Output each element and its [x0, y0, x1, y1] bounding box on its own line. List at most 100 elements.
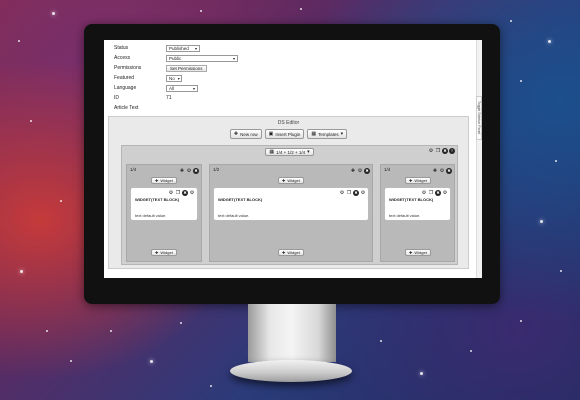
chevron-down-icon: ▾: [192, 85, 195, 91]
screen: Status Published ▾ Access Public ▾ Permiss…: [104, 40, 482, 278]
copy-icon[interactable]: ❐: [435, 148, 441, 154]
set-permissions-button[interactable]: Set Permissions: [166, 64, 207, 72]
add-widget-label: Widget: [414, 178, 427, 183]
id-row: ID 71: [114, 94, 172, 102]
text-block-widget[interactable]: ⚙ ❐ ✖ ⚙ WIDGET(TEXT BLOCK) text default …: [213, 187, 369, 221]
add-widget-button[interactable]: ✚ Widget: [278, 249, 304, 256]
add-widget-label: Widget: [160, 178, 173, 183]
language-select[interactable]: All ▾: [166, 84, 198, 92]
chevron-down-icon: ▾: [194, 45, 197, 51]
text-block-widget[interactable]: ⚙ ❐ ✖ ⚙ WIDGET(TEXT BLOCK) text default …: [130, 187, 198, 221]
delete-icon[interactable]: ✖: [435, 190, 441, 196]
widget-title: WIDGET(TEXT BLOCK): [389, 197, 434, 202]
copy-icon[interactable]: ❐: [346, 190, 352, 196]
help-icon[interactable]: ?: [449, 148, 455, 154]
plus-icon: ✚: [155, 178, 159, 183]
insert-plugin-button[interactable]: ▣ Insert Plugin: [264, 129, 305, 139]
layout-select[interactable]: ▦ 1/4 + 1/2 + 1/4 ▾: [265, 148, 314, 156]
add-widget-button[interactable]: ✚ Widget: [151, 177, 177, 184]
access-label: Access: [114, 55, 131, 61]
chevron-down-icon: ▾: [232, 55, 235, 61]
add-widget-label: Widget: [287, 178, 300, 183]
add-widget-label: Widget: [414, 250, 427, 255]
column-quarter-left: 1/4 ✚ ⚙ ✖ ✚ Widget ⚙ ❐ ✖ ⚙ WIDGET(TEXT B…: [126, 164, 202, 262]
widget-title: WIDGET(TEXT BLOCK): [135, 197, 180, 202]
copy-icon[interactable]: ❐: [428, 190, 434, 196]
add-icon[interactable]: ✚: [179, 168, 185, 174]
column-quarter-right: 1/4 ✚ ⚙ ✖ ✚ Widget ⚙ ❐ ✖ ⚙ WIDGET(TEXT B…: [380, 164, 455, 262]
plus-icon: ✚: [409, 178, 413, 183]
id-value: 71: [166, 95, 172, 101]
add-icon[interactable]: ✚: [350, 168, 356, 174]
scrollbar[interactable]: [476, 40, 482, 278]
access-select[interactable]: Public ▾: [166, 54, 238, 62]
plus-icon: ✚: [282, 178, 286, 183]
access-value: Public: [169, 55, 182, 61]
id-label: ID: [114, 95, 119, 101]
status-select[interactable]: Published ▾: [166, 44, 200, 52]
column-label: 1/4: [130, 167, 137, 172]
layout-row: ▦ 1/4 + 1/2 + 1/4 ▾ ⚙ ❐ ✖ ? 1/4 ✚ ⚙ ✖ ✚ …: [121, 145, 458, 265]
widget-text: text default value.: [135, 213, 167, 218]
add-icon[interactable]: ✚: [432, 168, 438, 174]
gear-icon[interactable]: ⚙: [360, 190, 366, 196]
featured-select[interactable]: No ▾: [166, 74, 182, 82]
widget-actions: ⚙ ❐ ✖ ⚙: [339, 190, 366, 196]
plus-icon: ✚: [282, 250, 286, 255]
add-widget-button[interactable]: ✚ Widget: [405, 249, 431, 256]
chevron-down-icon: ▾: [307, 149, 310, 155]
settings-icon[interactable]: ⚙: [428, 148, 434, 154]
row-actions: ⚙ ❐ ✖ ?: [428, 148, 455, 154]
gear-icon[interactable]: ⚙: [442, 190, 448, 196]
settings-icon[interactable]: ⚙: [339, 190, 345, 196]
plugin-icon: ▣: [268, 131, 274, 137]
gear-icon[interactable]: ⚙: [189, 190, 195, 196]
delete-icon[interactable]: ✖: [193, 168, 199, 174]
settings-icon[interactable]: ⚙: [421, 190, 427, 196]
grid-icon: ▦: [311, 131, 317, 137]
permissions-row: Permissions Set Permissions: [114, 64, 207, 72]
insert-plugin-label: Insert Plugin: [275, 131, 301, 137]
column-actions: ✚ ⚙ ✖: [179, 168, 199, 174]
add-widget-button[interactable]: ✚ Widget: [405, 177, 431, 184]
chevron-down-icon: ▾: [340, 131, 344, 137]
settings-icon[interactable]: ⚙: [439, 168, 445, 174]
editor-title: DS Editor: [277, 120, 300, 126]
delete-icon[interactable]: ✖: [446, 168, 452, 174]
grid-icon: ▦: [269, 149, 275, 155]
delete-icon[interactable]: ✖: [442, 148, 448, 154]
text-block-widget[interactable]: ⚙ ❐ ✖ ⚙ WIDGET(TEXT BLOCK) text default …: [384, 187, 451, 221]
settings-icon[interactable]: ⚙: [357, 168, 363, 174]
widget-actions: ⚙ ❐ ✖ ⚙: [421, 190, 448, 196]
chevron-down-icon: ▾: [177, 75, 180, 81]
settings-icon[interactable]: ⚙: [186, 168, 192, 174]
plus-icon: ✚: [155, 250, 159, 255]
language-row: Language All ▾: [114, 84, 198, 92]
permissions-label: Permissions: [114, 65, 142, 71]
column-label: 1/4: [384, 167, 391, 172]
column-half: 1/2 ✚ ⚙ ✖ ✚ Widget ⚙ ❐ ✖ ⚙ WIDGET(TEXT B…: [209, 164, 373, 262]
copy-icon[interactable]: ❐: [175, 190, 181, 196]
new-row-button[interactable]: ✚ New row: [229, 129, 262, 139]
add-widget-button[interactable]: ✚ Widget: [151, 249, 177, 256]
delete-icon[interactable]: ✖: [353, 190, 359, 196]
status-value: Published: [169, 45, 189, 51]
new-row-label: New row: [240, 131, 258, 137]
delete-icon[interactable]: ✖: [364, 168, 370, 174]
featured-value: No: [169, 75, 175, 81]
templates-button[interactable]: ▦ Templates ▾: [307, 129, 348, 139]
delete-icon[interactable]: ✖: [182, 190, 188, 196]
featured-row: Featured No ▾: [114, 74, 182, 82]
article-text-label: Article Text: [114, 105, 139, 111]
access-row: Access Public ▾: [114, 54, 238, 62]
status-label: Status: [114, 45, 129, 51]
add-widget-button[interactable]: ✚ Widget: [278, 177, 304, 184]
add-widget-label: Widget: [160, 250, 173, 255]
toggle-sidebar-tab[interactable]: Toggle Sidebar Panel: [476, 96, 482, 140]
row-bar: ▦ 1/4 + 1/2 + 1/4 ▾ ⚙ ❐ ✖ ?: [122, 146, 457, 158]
monitor-stand-neck: [248, 304, 336, 362]
widget-text: text default value.: [389, 213, 421, 218]
language-label: Language: [114, 85, 137, 91]
settings-icon[interactable]: ⚙: [168, 190, 174, 196]
column-label: 1/2: [213, 167, 220, 172]
